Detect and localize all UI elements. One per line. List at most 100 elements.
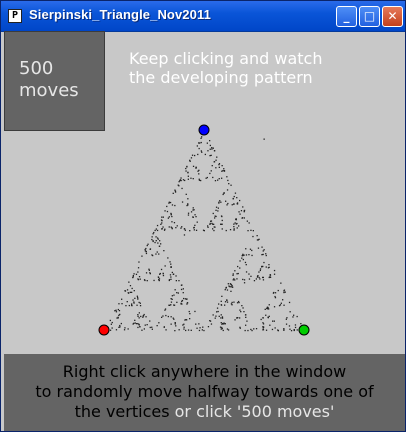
pattern-dot — [209, 155, 211, 157]
pattern-dot — [154, 241, 156, 244]
pattern-dot — [218, 178, 220, 180]
pattern-dot — [119, 324, 121, 327]
pattern-dot — [238, 211, 240, 213]
pattern-dot — [132, 323, 134, 325]
pattern-dot — [288, 301, 291, 304]
pattern-dot — [236, 302, 239, 304]
pattern-dot — [170, 266, 172, 268]
pattern-dot — [167, 315, 169, 318]
pattern-dot — [259, 268, 262, 270]
pattern-dot — [217, 207, 219, 209]
pattern-dot — [170, 214, 172, 216]
pattern-dot — [221, 215, 223, 218]
pattern-dot — [273, 306, 276, 308]
pattern-dot — [247, 230, 249, 232]
pattern-dot — [204, 153, 206, 156]
maximize-button[interactable]: □ — [359, 6, 380, 27]
pattern-dot — [294, 326, 297, 329]
pattern-dot — [193, 229, 195, 231]
pattern-dot — [285, 323, 288, 325]
pattern-dot — [220, 322, 222, 324]
pattern-dot — [194, 214, 196, 216]
pattern-dot — [224, 304, 226, 306]
pattern-dot — [181, 201, 184, 203]
pattern-dot — [269, 276, 272, 278]
pattern-dot — [288, 325, 291, 327]
pattern-dot — [218, 166, 220, 168]
pattern-dot — [137, 326, 139, 329]
pattern-dot — [251, 254, 253, 257]
pattern-dot — [214, 217, 216, 219]
pattern-dot — [238, 301, 240, 304]
pattern-dot — [187, 178, 189, 180]
pattern-dot — [216, 156, 218, 158]
pattern-dot — [125, 305, 127, 307]
pattern-dot — [224, 323, 226, 325]
pattern-dot — [171, 295, 173, 297]
pattern-dot — [138, 312, 140, 314]
pattern-dot — [283, 328, 285, 330]
pattern-dot — [146, 324, 148, 326]
pattern-dot — [265, 266, 267, 268]
pattern-dot — [285, 318, 287, 320]
pattern-dot — [164, 308, 167, 310]
pattern-dot — [198, 323, 200, 325]
pattern-dot — [155, 253, 157, 255]
pattern-dot — [234, 279, 236, 281]
pattern-dot — [197, 153, 199, 156]
pattern-dot — [155, 228, 157, 230]
pattern-dot — [146, 280, 148, 282]
pattern-dot — [263, 249, 265, 251]
close-button[interactable]: ✕ — [382, 6, 403, 27]
pattern-dot — [146, 244, 148, 247]
pattern-dot — [234, 319, 236, 321]
pattern-dot — [183, 326, 185, 328]
pattern-dot — [228, 183, 230, 185]
pattern-dot — [268, 308, 270, 310]
pattern-dot — [225, 200, 227, 202]
pattern-dot — [229, 286, 231, 288]
pattern-dot — [214, 215, 216, 217]
pattern-dot — [137, 314, 139, 316]
pattern-dot — [157, 242, 159, 244]
pattern-dot — [151, 328, 153, 330]
pattern-dot — [156, 229, 159, 232]
pattern-dot — [126, 301, 128, 303]
pattern-dot — [195, 216, 197, 218]
pattern-dot — [139, 278, 141, 280]
pattern-dot — [200, 179, 202, 182]
pattern-dot — [290, 330, 293, 332]
500-moves-button[interactable]: 500 moves — [4, 31, 105, 131]
pattern-dot — [111, 327, 113, 329]
pattern-dot — [283, 329, 285, 331]
title-bar[interactable]: P Sierpinski_Triangle_Nov2011 _ □ ✕ — [1, 1, 405, 32]
pattern-dot — [156, 251, 158, 253]
pattern-dot — [236, 273, 238, 275]
pattern-dot — [158, 245, 161, 247]
pattern-dot — [189, 318, 191, 320]
pattern-dot — [175, 227, 177, 229]
pattern-dot — [193, 227, 195, 229]
pattern-dot — [132, 299, 134, 301]
hint-line-1: Keep clicking and watch — [129, 49, 323, 68]
minimize-button[interactable]: _ — [336, 6, 357, 27]
pattern-dot — [239, 309, 241, 311]
pattern-dot — [221, 219, 223, 222]
pattern-dot — [155, 236, 157, 238]
pattern-dot — [211, 165, 213, 167]
pattern-dot — [255, 278, 257, 280]
pattern-dot — [262, 253, 264, 256]
pattern-dot — [222, 329, 224, 332]
pattern-dot — [159, 240, 161, 242]
pattern-dot — [185, 193, 187, 195]
pattern-dot — [195, 229, 198, 231]
pattern-dot — [289, 328, 291, 330]
pattern-dot — [283, 304, 285, 306]
pattern-dot — [212, 223, 214, 225]
pattern-dot — [190, 177, 192, 179]
pattern-dot — [140, 315, 142, 318]
pattern-dot — [239, 267, 241, 269]
pattern-dot — [221, 328, 223, 330]
pattern-dot — [219, 326, 222, 328]
pattern-dot — [259, 278, 261, 280]
